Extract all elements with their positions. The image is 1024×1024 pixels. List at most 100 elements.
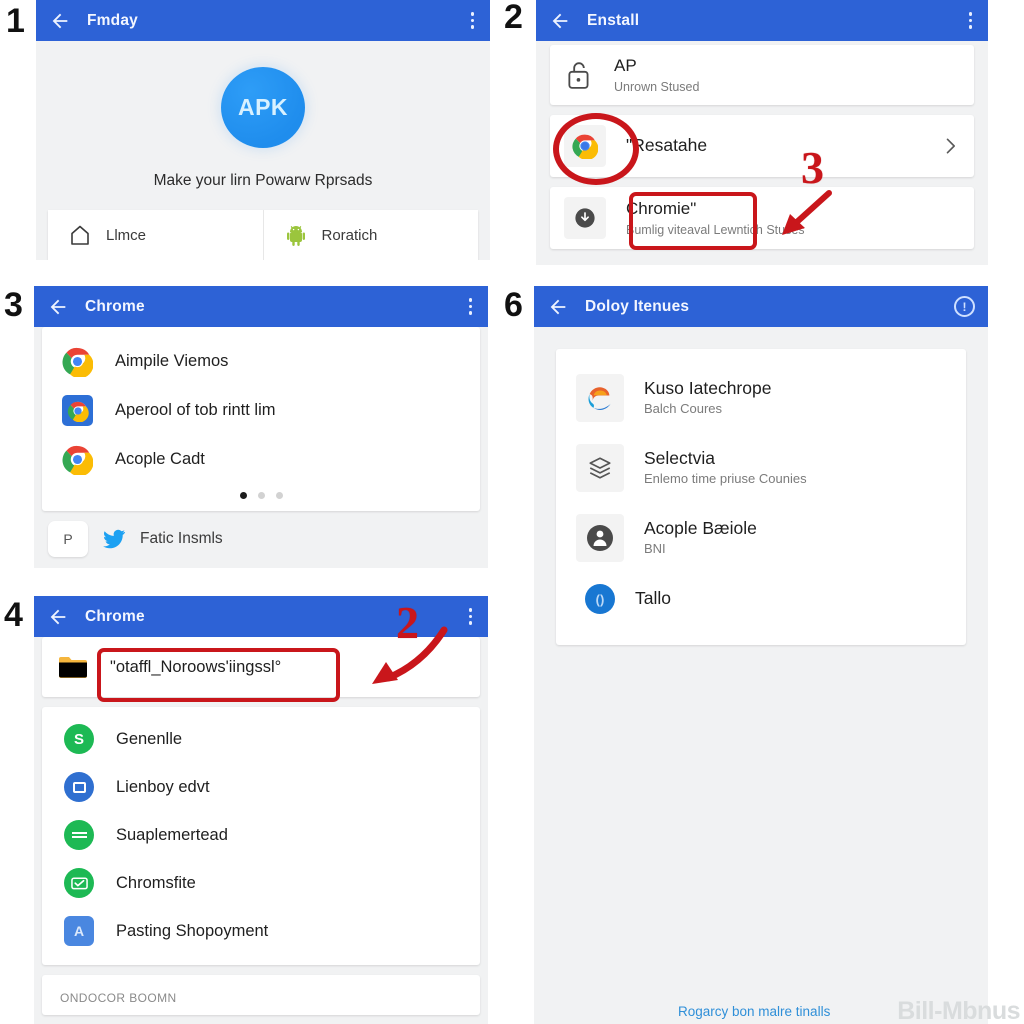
list-item-label: Suaplemertead xyxy=(116,825,228,844)
list-item-texts: AP Unrown Stused xyxy=(614,55,699,95)
dark-person-circle-icon xyxy=(587,525,613,551)
blue-a-square-icon: A xyxy=(64,916,94,946)
list-item-title: Acople Bæiole xyxy=(644,517,757,538)
carousel-dot[interactable] xyxy=(275,492,283,499)
back-arrow-icon[interactable] xyxy=(547,296,569,318)
list-item-title: Tallo xyxy=(635,588,671,609)
list-item-label: Acople Cadt xyxy=(115,450,205,469)
list-item-kuso[interactable]: Kuso Iatechrope Balch Coures xyxy=(556,363,966,433)
panel1-title: Fmday xyxy=(87,11,138,29)
back-arrow-icon[interactable] xyxy=(49,10,71,32)
list-item-resatahe[interactable]: "Resatahe xyxy=(550,115,974,177)
panel-number-2: 2 xyxy=(504,0,523,36)
panel3-appbar: Chrome xyxy=(34,286,488,327)
box-outline-icon xyxy=(589,457,611,479)
panel3-footer[interactable]: P Fatic Insmls xyxy=(42,511,480,567)
list-item-title: Kuso Iatechrope xyxy=(644,377,772,398)
kebab-menu-icon[interactable] xyxy=(466,604,476,629)
list-item-acople[interactable]: Acople Bæiole BNI xyxy=(556,503,966,573)
panel1-tagline: Make your lirn Powarw Rprsads xyxy=(153,172,373,189)
list-item-ap[interactable]: AP Unrown Stused xyxy=(550,45,974,105)
list-item-title: "Resatahe xyxy=(626,135,708,156)
screenshot-canvas: 1 Fmday APK Make your lirn Powarw Rprsad… xyxy=(0,0,1024,1024)
list-item-acople[interactable]: Acople Cadt xyxy=(42,435,480,484)
panel-number-6: 6 xyxy=(504,286,523,324)
list-item-texts: Selectvia Enlemo time priuse Counies xyxy=(644,448,807,489)
download-circle-icon xyxy=(575,208,595,228)
panel-1: Fmday APK Make your lirn Powarw Rprsads … xyxy=(36,0,490,260)
home-button-label: Llmce xyxy=(106,226,147,244)
panel6-body: Kuso Iatechrope Balch Coures Selectvia E… xyxy=(534,327,988,1024)
panel-number-4: 4 xyxy=(4,596,23,634)
panel6-appbar: Doloy Itenues ! xyxy=(534,286,988,327)
panel-6: Doloy Itenues ! Kuso Iatechrope Balch Co… xyxy=(534,286,988,1024)
list-item-texts: Acople Bæiole BNI xyxy=(644,518,757,559)
kebab-menu-icon[interactable] xyxy=(466,294,476,319)
list-item-title: Selectvia xyxy=(644,447,716,468)
panel1-body: APK Make your lirn Powarw Rprsads Llmce xyxy=(36,41,490,260)
carousel-dot-active[interactable] xyxy=(239,492,247,499)
list-item-pasting[interactable]: A Pasting Shopoyment xyxy=(42,907,480,955)
list-item-genenlle[interactable]: S Genenlle xyxy=(42,715,480,763)
panel1-action-bar: Llmce Roratich xyxy=(48,210,478,260)
chrome-logo-icon xyxy=(62,347,93,377)
chevron-right-icon[interactable] xyxy=(940,136,960,156)
list-item-subtitle: Unrown Stused xyxy=(614,79,700,94)
list-item-aimpile[interactable]: Aimpile Viemos xyxy=(42,337,480,386)
chrome-square-blue-icon xyxy=(62,395,93,426)
panel4-list-card: S Genenlle Lienboy edvt Suaplemertead Ch… xyxy=(42,707,480,965)
blue-circle-icon: () xyxy=(585,584,615,614)
list-item-subtitle: Enlemo time priuse Counies xyxy=(644,471,807,487)
panel-3: Chrome Aimpile Viemos Aperool of tob rin… xyxy=(34,286,488,568)
list-item-tallo[interactable]: () Tallo xyxy=(556,573,966,625)
info-circle-icon[interactable]: ! xyxy=(954,296,975,317)
list-item-suaplemertead[interactable]: Suaplemertead xyxy=(42,811,480,859)
green-s-circle-icon: S xyxy=(64,724,94,754)
chrome-logo-icon xyxy=(572,134,598,159)
green-check-circle-icon xyxy=(64,868,94,898)
green-lines-circle-icon xyxy=(64,820,94,850)
edge-icon-tile xyxy=(576,374,624,422)
list-item-chromie[interactable]: Chromie" Bumlig viteaval Lewntich Stuses xyxy=(550,187,974,249)
box-icon-tile xyxy=(576,444,624,492)
kebab-menu-icon[interactable] xyxy=(468,8,478,33)
twitter-bird-icon xyxy=(103,529,125,549)
list-item-lienboy[interactable]: Lienboy edvt xyxy=(42,763,480,811)
back-arrow-icon[interactable] xyxy=(47,296,69,318)
panel6-footer-link[interactable]: Rogarcy bon malre tinalls xyxy=(678,1004,830,1019)
padlock-outline-icon xyxy=(568,62,589,89)
list-item-selectvia[interactable]: Selectvia Enlemo time priuse Counies xyxy=(556,433,966,503)
list-item-title: AP xyxy=(614,56,637,76)
list-item-label: Genenlle xyxy=(116,729,183,748)
download-icon-tile xyxy=(564,197,606,239)
carousel-dots[interactable] xyxy=(42,492,480,499)
folder-label: "otaffl_Noroows'iingssl° xyxy=(110,657,282,676)
panel6-title: Doloy Itenues xyxy=(585,297,690,315)
watermark-label: Bill-Mbnus xyxy=(897,997,1020,1024)
list-item-chromsfite[interactable]: Chromsfite xyxy=(42,859,480,907)
footer-badge: P xyxy=(48,521,88,557)
list-item-texts: Chromie" Bumlig viteaval Lewntich Stuses xyxy=(626,198,805,238)
panel6-list-card: Kuso Iatechrope Balch Coures Selectvia E… xyxy=(556,349,966,645)
carousel-dot[interactable] xyxy=(257,492,265,499)
list-item-label: Chromsfite xyxy=(116,873,196,892)
annotation-number-3: 3 xyxy=(801,142,824,193)
apk-logo-label: APK xyxy=(237,94,289,120)
list-item-aperool[interactable]: Aperool of tob rintt lim xyxy=(42,386,480,435)
panel2-body: AP Unrown Stused "Resatahe Chromie" Buml… xyxy=(536,41,988,265)
back-arrow-icon[interactable] xyxy=(549,10,571,32)
android-button[interactable]: Roratich xyxy=(262,210,479,260)
kebab-menu-icon[interactable] xyxy=(966,8,976,33)
panel4-bottom-cut-text: ONDOCOR BOOMN xyxy=(60,991,177,1005)
apk-circle-logo: APK xyxy=(221,67,305,148)
list-item-subtitle: BNI xyxy=(644,541,666,557)
blue-square-circle-icon xyxy=(64,772,94,802)
list-item-subtitle: Balch Coures xyxy=(644,401,723,417)
back-arrow-icon[interactable] xyxy=(47,606,69,628)
list-item-label: Lienboy edvt xyxy=(116,777,210,796)
android-button-label: Roratich xyxy=(321,226,378,244)
home-button[interactable]: Llmce xyxy=(48,210,263,260)
panel1-appbar: Fmday xyxy=(36,0,490,41)
chrome-logo-icon xyxy=(62,445,93,475)
panel-number-1: 1 xyxy=(6,2,25,40)
